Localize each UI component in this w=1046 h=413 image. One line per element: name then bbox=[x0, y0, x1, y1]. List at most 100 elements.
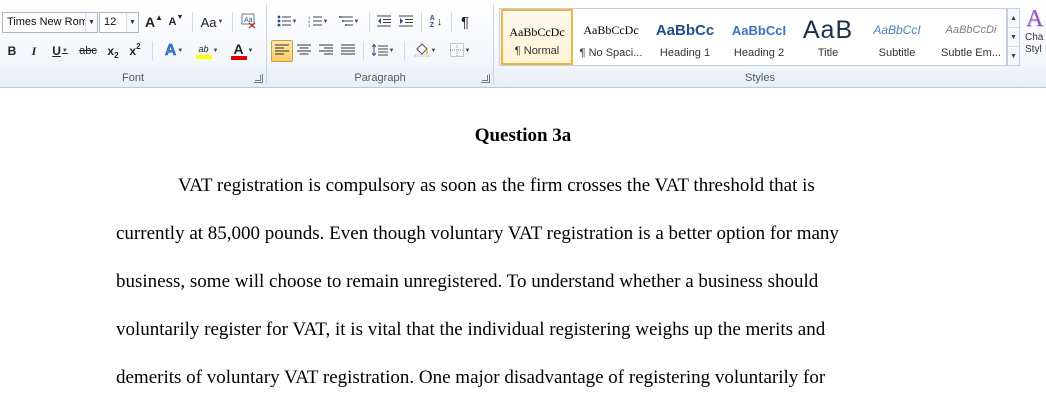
document-line: voluntarily register for VAT, it is vita… bbox=[116, 319, 826, 340]
styles-gallery: AaBbCcDc ¶ Normal AaBbCcDc ¶ No Spaci...… bbox=[499, 8, 1007, 66]
style-subtitle-label: Subtitle bbox=[878, 47, 916, 59]
multilevel-list-icon bbox=[338, 15, 353, 30]
align-left-icon bbox=[275, 44, 289, 59]
chevron-up-icon[interactable]: ▲ bbox=[1008, 9, 1019, 28]
document-line: demerits of voluntary VAT registration. … bbox=[116, 367, 826, 388]
font-name-combo[interactable]: Times New Rom ▼ bbox=[2, 12, 98, 33]
document-page[interactable]: Question 3a VAT registration is compulso… bbox=[0, 89, 1046, 413]
style-title-label: Title bbox=[817, 47, 839, 59]
numbering-icon: 123 bbox=[308, 15, 322, 30]
style-subtle-emphasis[interactable]: AaBbCcDi Subtle Em... bbox=[935, 9, 1007, 65]
styles-group-label: Styles bbox=[745, 72, 775, 84]
font-name-value: Times New Rom bbox=[7, 16, 88, 28]
document-line: currently at 85,000 pounds. Even though … bbox=[116, 223, 839, 244]
borders-icon bbox=[449, 42, 464, 60]
font-dialog-launcher[interactable] bbox=[254, 74, 263, 83]
sort-button[interactable]: A Z ↓ bbox=[425, 11, 447, 33]
grow-font-button[interactable]: A ▲ bbox=[144, 11, 164, 33]
align-center-button[interactable] bbox=[294, 40, 314, 62]
bullets-button[interactable]: ▼ bbox=[273, 11, 301, 33]
chevron-down-icon[interactable]: ▼ bbox=[85, 13, 97, 32]
align-right-button[interactable] bbox=[316, 40, 336, 62]
align-left-button[interactable] bbox=[271, 40, 293, 62]
style-title[interactable]: AaB Title bbox=[797, 9, 859, 65]
change-case-icon: Aa bbox=[200, 14, 217, 30]
style-heading-2-label: Heading 2 bbox=[733, 47, 785, 59]
change-styles-icon: A bbox=[1026, 6, 1044, 32]
clear-formatting-icon: Aa bbox=[241, 13, 257, 32]
paint-bucket-icon bbox=[414, 42, 430, 60]
style-heading-1-preview: AaBbCc bbox=[655, 21, 715, 39]
font-color-swatch bbox=[230, 55, 247, 60]
style-normal-label: ¶ Normal bbox=[514, 45, 560, 57]
line-spacing-button[interactable]: ▼ bbox=[368, 40, 398, 62]
italic-icon: I bbox=[31, 43, 37, 58]
bullets-icon bbox=[277, 15, 291, 30]
justify-button[interactable] bbox=[338, 40, 358, 62]
grow-font-icon: A bbox=[144, 14, 156, 30]
multilevel-list-button[interactable]: ▼ bbox=[335, 11, 363, 33]
change-styles-button[interactable]: A Cha Styl bbox=[1024, 6, 1046, 68]
bold-button[interactable]: B bbox=[3, 40, 21, 62]
document-title: Question 3a bbox=[474, 125, 572, 146]
strikethrough-icon: abc bbox=[79, 45, 97, 57]
style-title-preview: AaB bbox=[802, 15, 854, 44]
style-normal[interactable]: AaBbCcDc ¶ Normal bbox=[501, 9, 573, 65]
styles-gallery-scroll: ▲ ▼ ▼ bbox=[1007, 8, 1020, 66]
font-color-button[interactable]: A ▼ bbox=[227, 40, 257, 62]
clear-formatting-button[interactable]: Aa bbox=[238, 11, 260, 33]
style-normal-preview: AaBbCcDc bbox=[509, 24, 565, 39]
increase-indent-button[interactable] bbox=[396, 11, 416, 33]
font-color-icon: A bbox=[233, 40, 244, 57]
text-effects-button[interactable]: A ▼ bbox=[160, 40, 188, 62]
shading-button[interactable]: ▼ bbox=[410, 40, 440, 62]
align-center-icon bbox=[297, 44, 311, 59]
document-line: VAT registration is compulsory as soon a… bbox=[178, 175, 815, 196]
style-no-spacing[interactable]: AaBbCcDc ¶ No Spaci... bbox=[575, 9, 647, 65]
increase-indent-icon bbox=[399, 15, 413, 30]
text-effects-icon: A bbox=[164, 42, 177, 60]
align-right-icon bbox=[319, 44, 333, 59]
change-case-button[interactable]: Aa ▼ bbox=[198, 11, 226, 33]
style-heading-1[interactable]: AaBbCc Heading 1 bbox=[649, 9, 721, 65]
show-hide-marks-button[interactable]: ¶ bbox=[455, 11, 475, 33]
highlight-icon: ab bbox=[198, 43, 209, 54]
more-styles-icon[interactable]: ▼ bbox=[1008, 47, 1019, 66]
style-no-spacing-preview: AaBbCcDc bbox=[583, 22, 639, 37]
style-heading-1-label: Heading 1 bbox=[659, 47, 711, 59]
font-group-label: Font bbox=[121, 72, 144, 84]
style-subtle-emphasis-preview: AaBbCcDi bbox=[945, 24, 997, 36]
document-line: business, some will choose to remain unr… bbox=[116, 271, 819, 292]
shrink-font-button[interactable]: A ▼ bbox=[166, 11, 186, 33]
sort-icon: A Z ↓ bbox=[429, 15, 443, 29]
superscript-button[interactable]: x2 bbox=[126, 40, 144, 62]
pilcrow-icon: ¶ bbox=[460, 13, 470, 31]
style-subtitle[interactable]: AaBbCcI Subtitle bbox=[861, 9, 933, 65]
paragraph-dialog-launcher[interactable] bbox=[481, 74, 490, 83]
underline-icon: U bbox=[52, 44, 61, 58]
highlight-color-swatch bbox=[195, 54, 212, 59]
highlight-button[interactable]: ab ▼ bbox=[192, 40, 222, 62]
font-group: Times New Rom ▼ 12 ▼ A▲ A▼ Aa▼ Aa B I bbox=[0, 0, 266, 88]
italic-button[interactable]: I bbox=[25, 40, 43, 62]
numbering-button[interactable]: 123 ▼ bbox=[304, 11, 332, 33]
style-heading-2[interactable]: AaBbCcI Heading 2 bbox=[723, 9, 795, 65]
superscript-icon: x bbox=[129, 44, 137, 58]
strikethrough-button[interactable]: abc bbox=[76, 40, 100, 62]
chevron-down-icon[interactable]: ▼ bbox=[1008, 28, 1019, 47]
style-heading-2-preview: AaBbCcI bbox=[731, 22, 787, 38]
style-subtitle-preview: AaBbCcI bbox=[873, 23, 921, 37]
change-styles-label: Cha Styl bbox=[1025, 32, 1044, 55]
font-size-combo[interactable]: 12 ▼ bbox=[99, 12, 139, 33]
underline-button[interactable]: U ▼ bbox=[47, 40, 73, 62]
subscript-button[interactable]: x2 bbox=[104, 40, 122, 62]
chevron-down-icon[interactable]: ▼ bbox=[126, 13, 138, 32]
svg-text:Aa: Aa bbox=[244, 17, 253, 24]
sort-label: A Z bbox=[429, 15, 435, 29]
justify-icon bbox=[341, 44, 355, 59]
font-size-value: 12 bbox=[104, 16, 117, 28]
subscript-icon: x bbox=[107, 44, 115, 58]
borders-button[interactable]: ▼ bbox=[445, 40, 475, 62]
decrease-indent-button[interactable] bbox=[374, 11, 394, 33]
line-spacing-icon bbox=[371, 43, 388, 59]
